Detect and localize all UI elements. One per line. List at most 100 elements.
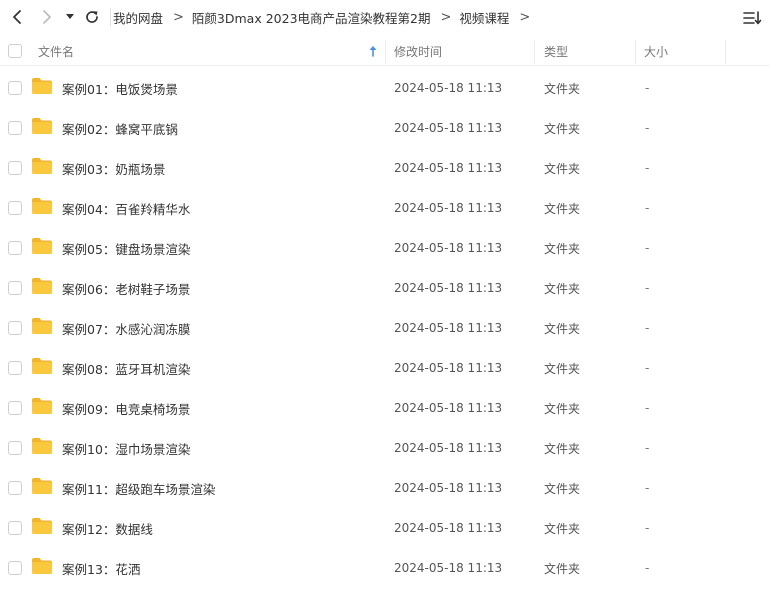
folder-icon	[32, 118, 52, 134]
folder-icon	[32, 558, 52, 574]
row-checkbox[interactable]	[8, 281, 22, 295]
file-size: -	[645, 441, 650, 455]
refresh-icon	[86, 11, 98, 23]
file-row[interactable]: 案例08：蓝牙耳机渲染 2024-05-18 11:13 文件夹 -	[0, 348, 769, 388]
file-row[interactable]: 案例04：百雀羚精华水 2024-05-18 11:13 文件夹 -	[0, 188, 769, 228]
row-checkbox[interactable]	[8, 401, 22, 415]
column-header-modified[interactable]: 修改时间	[394, 36, 442, 66]
file-row[interactable]: 案例12：数据线 2024-05-18 11:13 文件夹 -	[0, 508, 769, 548]
file-size: -	[645, 561, 650, 575]
file-size: -	[645, 161, 650, 175]
file-type: 文件夹	[544, 321, 581, 336]
file-modified: 2024-05-18 11:13	[394, 121, 503, 135]
breadcrumb-separator: >	[440, 9, 452, 25]
file-type: 文件夹	[544, 281, 581, 296]
row-checkbox[interactable]	[8, 201, 22, 215]
file-row[interactable]: 案例11：超级跑车场景渲染 2024-05-18 11:13 文件夹 -	[0, 468, 769, 508]
file-row[interactable]: 案例06：老树鞋子场景 2024-05-18 11:13 文件夹 -	[0, 268, 769, 308]
file-name: 案例02：蜂窝平底锅	[62, 121, 178, 137]
file-size: -	[645, 201, 650, 215]
file-row[interactable]: 案例05：键盘场景渲染 2024-05-18 11:13 文件夹 -	[0, 228, 769, 268]
file-name: 案例07：水感沁润冻膜	[62, 321, 191, 337]
file-modified: 2024-05-18 11:13	[394, 321, 503, 335]
file-row[interactable]: 案例02：蜂窝平底锅 2024-05-18 11:13 文件夹 -	[0, 108, 769, 148]
file-row[interactable]: 案例13：花洒 2024-05-18 11:13 文件夹 -	[0, 548, 769, 588]
caret-down-icon	[66, 14, 74, 19]
file-size: -	[645, 361, 650, 375]
file-type: 文件夹	[544, 521, 581, 536]
row-checkbox[interactable]	[8, 561, 22, 575]
column-divider[interactable]	[725, 40, 726, 64]
file-row[interactable]: 案例09：电竞桌椅场景 2024-05-18 11:13 文件夹 -	[0, 388, 769, 428]
chevron-left-icon	[13, 10, 21, 24]
file-modified: 2024-05-18 11:13	[394, 81, 503, 95]
row-checkbox[interactable]	[8, 521, 22, 535]
row-checkbox[interactable]	[8, 241, 22, 255]
folder-icon	[32, 78, 52, 94]
file-size: -	[645, 401, 650, 415]
folder-icon	[32, 318, 52, 334]
sort-list-icon	[743, 11, 762, 25]
folder-icon	[32, 518, 52, 534]
column-header-size[interactable]: 大小	[644, 36, 668, 66]
file-name: 案例10：湿巾场景渲染	[62, 441, 191, 457]
folder-icon	[32, 158, 52, 174]
sort-ascending-icon[interactable]	[368, 36, 378, 66]
file-modified: 2024-05-18 11:13	[394, 481, 503, 495]
breadcrumb-item-root[interactable]: 我的网盘	[113, 8, 163, 27]
row-checkbox[interactable]	[8, 441, 22, 455]
file-size: -	[645, 481, 650, 495]
row-checkbox[interactable]	[8, 321, 22, 335]
forward-button[interactable]	[36, 6, 58, 28]
file-name: 案例03：奶瓶场景	[62, 161, 166, 177]
file-name: 案例09：电竞桌椅场景	[62, 401, 191, 417]
toolbar: 我的网盘 > 陌颜3Dmax 2023电商产品渲染教程第2期 > 视频课程 >	[0, 0, 769, 34]
folder-icon	[32, 478, 52, 494]
select-all-checkbox[interactable]	[8, 44, 22, 58]
file-modified: 2024-05-18 11:13	[394, 201, 503, 215]
breadcrumb-item-course[interactable]: 陌颜3Dmax 2023电商产品渲染教程第2期	[192, 8, 431, 27]
history-dropdown-button[interactable]	[61, 6, 79, 28]
breadcrumb-item-video[interactable]: 视频课程	[459, 8, 509, 27]
file-size: -	[645, 321, 650, 335]
file-name: 案例06：老树鞋子场景	[62, 281, 191, 297]
file-modified: 2024-05-18 11:13	[394, 521, 503, 535]
file-list-header: 文件名 修改时间 类型 大小	[0, 36, 769, 66]
file-type: 文件夹	[544, 121, 581, 136]
chevron-right-icon	[43, 10, 51, 24]
breadcrumb-separator: >	[173, 9, 184, 25]
row-checkbox[interactable]	[8, 121, 22, 135]
file-row[interactable]: 案例10：湿巾场景渲染 2024-05-18 11:13 文件夹 -	[0, 428, 769, 468]
file-modified: 2024-05-18 11:13	[394, 241, 503, 255]
file-row[interactable]: 案例07：水感沁润冻膜 2024-05-18 11:13 文件夹 -	[0, 308, 769, 348]
column-divider[interactable]	[534, 40, 535, 64]
file-size: -	[645, 81, 650, 95]
file-name: 案例08：蓝牙耳机渲染	[62, 361, 191, 377]
file-modified: 2024-05-18 11:13	[394, 561, 503, 575]
column-divider[interactable]	[635, 40, 636, 64]
file-row[interactable]: 案例03：奶瓶场景 2024-05-18 11:13 文件夹 -	[0, 148, 769, 188]
column-divider[interactable]	[385, 40, 386, 64]
folder-icon	[32, 398, 52, 414]
row-checkbox[interactable]	[8, 361, 22, 375]
folder-icon	[32, 358, 52, 374]
file-name: 案例11：超级跑车场景渲染	[62, 481, 216, 497]
column-header-name[interactable]: 文件名	[38, 36, 74, 66]
file-modified: 2024-05-18 11:13	[394, 161, 503, 175]
refresh-button[interactable]	[81, 6, 103, 28]
row-checkbox[interactable]	[8, 161, 22, 175]
row-checkbox[interactable]	[8, 481, 22, 495]
back-button[interactable]	[6, 6, 28, 28]
file-modified: 2024-05-18 11:13	[394, 441, 503, 455]
row-checkbox[interactable]	[8, 81, 22, 95]
file-name: 案例04：百雀羚精华水	[62, 201, 191, 217]
file-type: 文件夹	[544, 241, 581, 256]
column-header-type[interactable]: 类型	[544, 36, 568, 66]
breadcrumb-separator[interactable]: >	[519, 10, 530, 25]
file-type: 文件夹	[544, 201, 581, 216]
file-name: 案例12：数据线	[62, 521, 153, 537]
sort-menu-button[interactable]	[742, 8, 762, 28]
file-size: -	[645, 121, 650, 135]
file-modified: 2024-05-18 11:13	[394, 361, 503, 375]
file-row[interactable]: 案例01：电饭煲场景 2024-05-18 11:13 文件夹 -	[0, 68, 769, 108]
